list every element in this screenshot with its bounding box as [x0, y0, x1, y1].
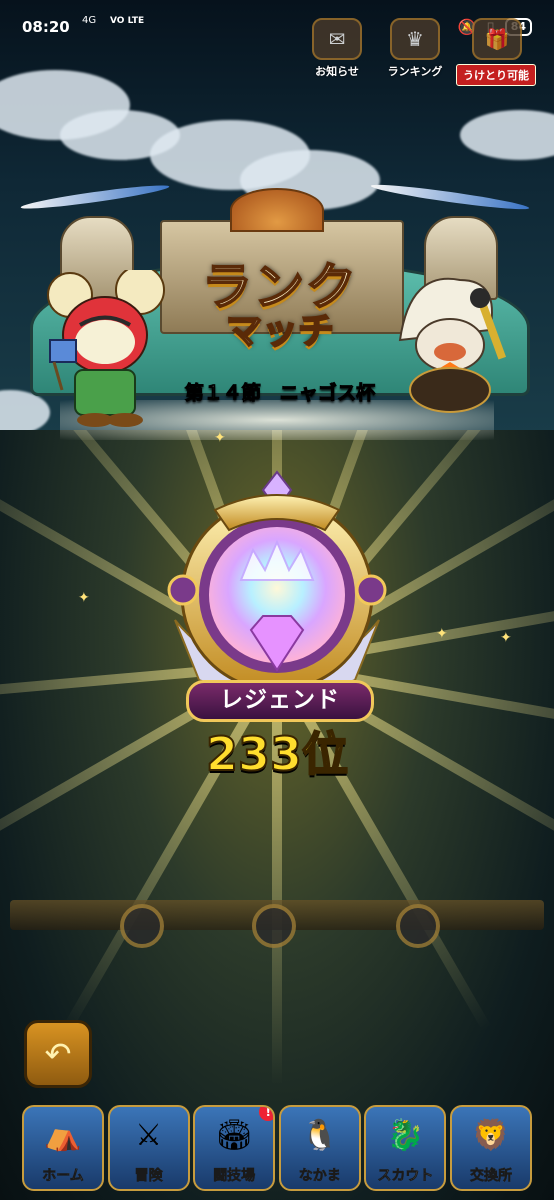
title-line1: ランク — [201, 258, 358, 316]
envelope-icon: ✉ — [312, 18, 362, 60]
notice-button[interactable]: ✉ お知らせ — [302, 18, 372, 80]
left-mascot-character — [47, 270, 165, 427]
title-line2: マッチ — [225, 311, 335, 352]
notice-label: お知らせ — [315, 65, 359, 78]
nav-exchange[interactable]: 🦁 交換所 — [449, 1105, 532, 1191]
sparkle-icon: ✦ — [214, 430, 226, 446]
nav-arena-label: 闘技場 — [213, 1168, 256, 1185]
nav-party-label: なかま — [298, 1168, 341, 1185]
sparkle-icon: ✦ — [436, 626, 448, 642]
gear-icon — [396, 904, 440, 948]
receive-badge: うけとり可能 — [456, 64, 536, 86]
exchange-icon: 🦁 — [472, 1117, 510, 1153]
nav-adventure-label: 冒険 — [134, 1168, 163, 1185]
rank-position: 233位 — [205, 726, 349, 782]
nav-home-label: ホーム — [42, 1168, 84, 1185]
nav-scout-label: スカウト — [377, 1168, 434, 1185]
gift-icon: 🎁 — [472, 18, 522, 60]
season-subtitle: 第１４節 ニャゴス杯 — [184, 382, 376, 405]
bottom-navigation: ⛺ ホーム ⚔ 冒険 🏟 闘技場 ! 🐧 なかま 🐉 スカウト 🦁 交換所 — [0, 1105, 554, 1200]
scout-icon: 🐉 — [386, 1117, 425, 1153]
party-icon: 🐧 — [301, 1117, 339, 1153]
adventure-icon: ⚔ — [135, 1117, 163, 1153]
volte-indicator: VO LTE — [110, 16, 145, 26]
arena-alert-badge: ! — [259, 1107, 274, 1121]
sparkle-icon: ✦ — [78, 590, 90, 606]
nav-home[interactable]: ⛺ ホーム — [22, 1105, 104, 1191]
dome — [230, 188, 324, 232]
network-indicator: 4G — [82, 15, 97, 26]
ranking-button[interactable]: ♛ ランキング — [380, 18, 450, 80]
nav-party[interactable]: 🐧 なかま — [278, 1105, 361, 1191]
back-arrow-icon: ↶ — [44, 1035, 72, 1073]
ranking-label: ランキング — [387, 65, 443, 78]
gear-icon — [252, 904, 296, 948]
nav-arena[interactable]: 🏟 闘技場 ! — [193, 1105, 276, 1191]
nav-scout[interactable]: 🐉 スカウト — [364, 1105, 447, 1191]
sparkle-icon: ✦ — [500, 630, 512, 646]
nav-exchange-label: 交換所 — [469, 1168, 513, 1185]
home-tent-icon: ⛺ — [44, 1117, 82, 1153]
rank-match-title: ランク マッチ — [160, 258, 400, 362]
back-button[interactable]: ↶ — [24, 1020, 92, 1088]
status-time: 08:20 — [22, 18, 70, 36]
nav-adventure[interactable]: ⚔ 冒険 — [107, 1105, 190, 1191]
gear-icon — [120, 904, 164, 948]
trophy-icon: ♛ — [390, 18, 440, 60]
rank-tier-label: レジェンド — [186, 680, 374, 722]
